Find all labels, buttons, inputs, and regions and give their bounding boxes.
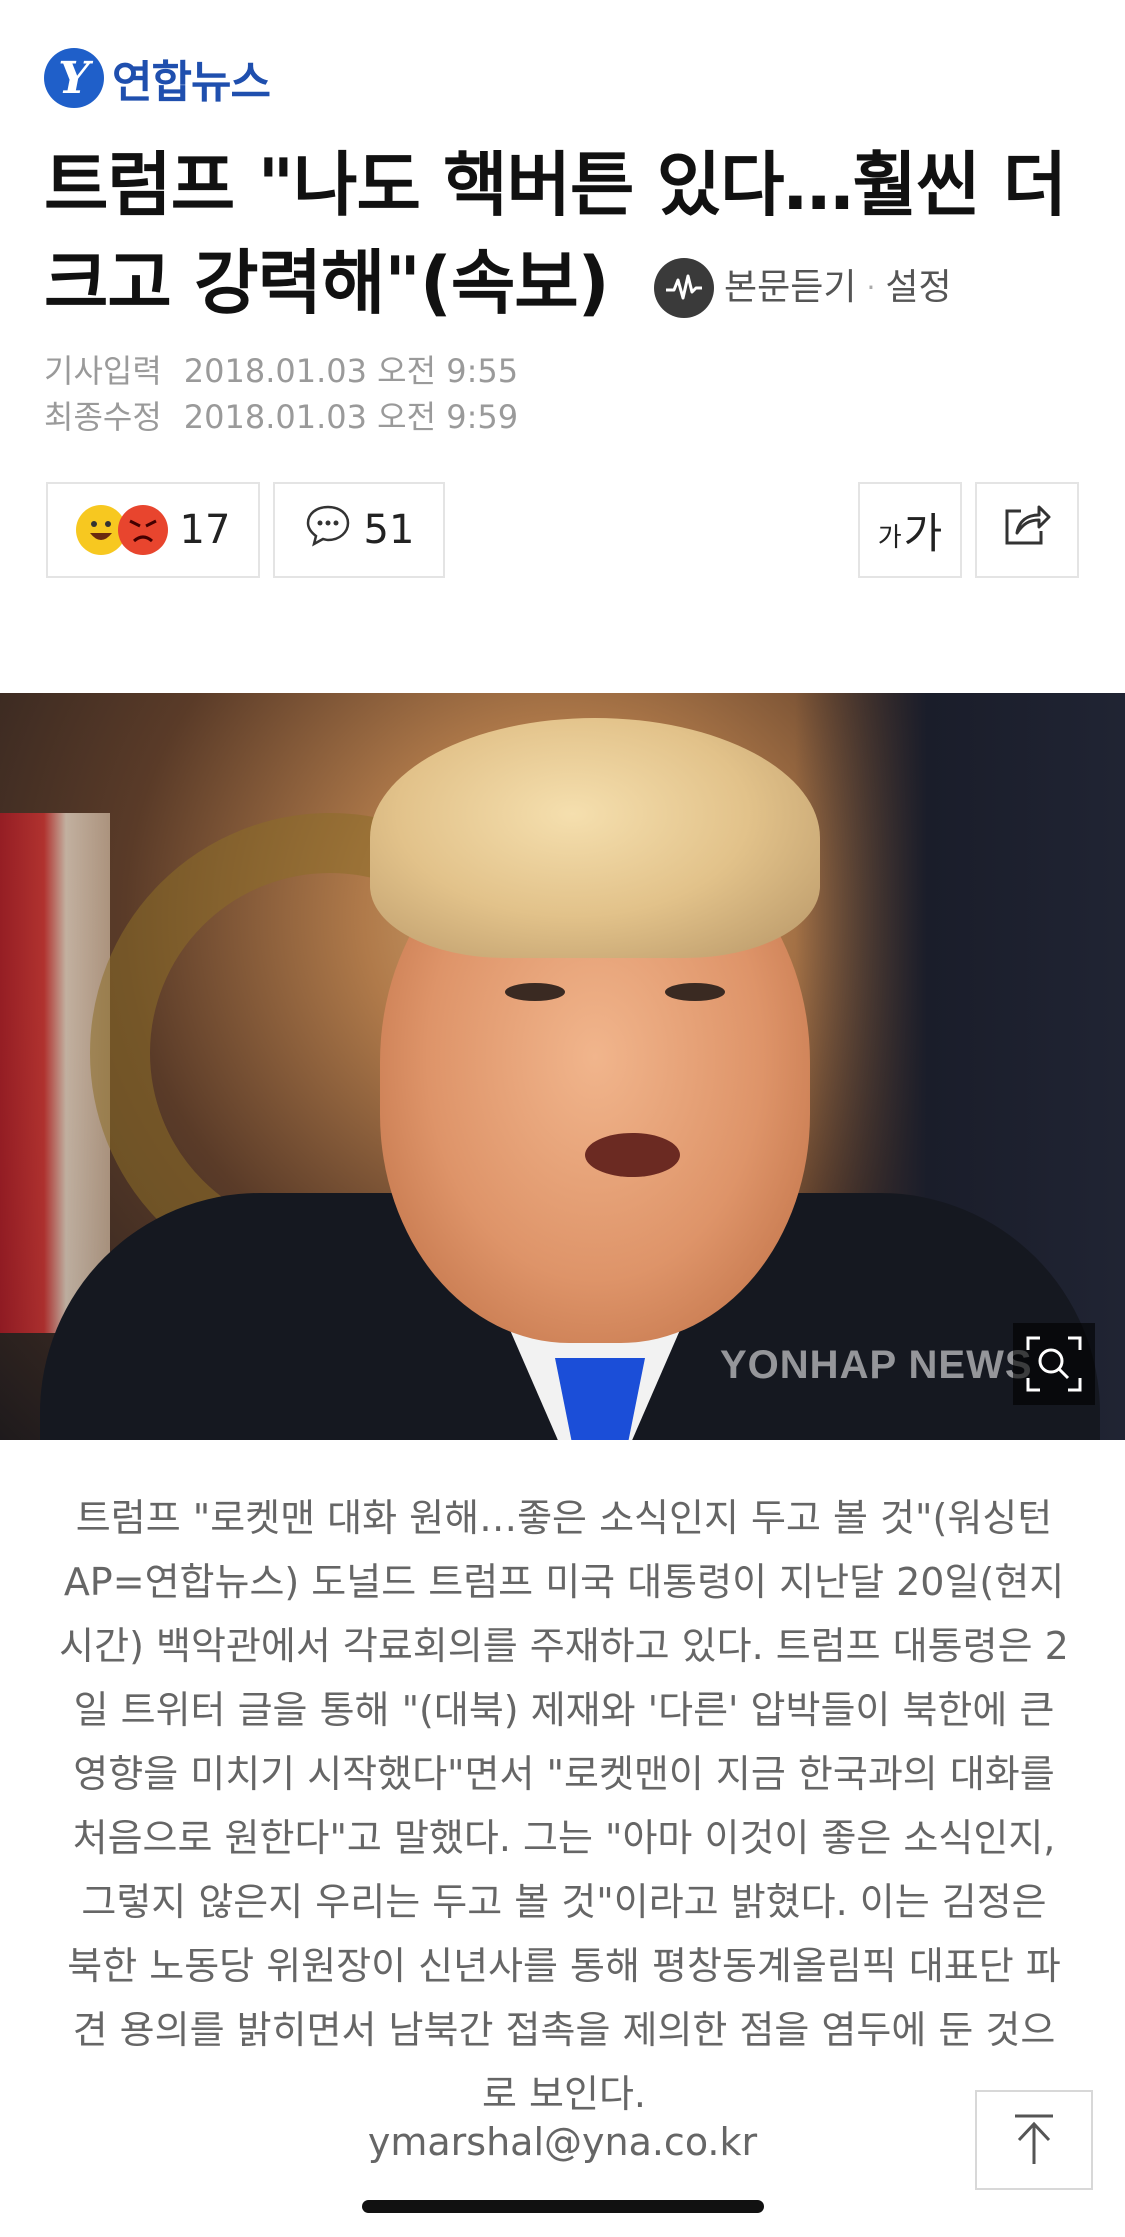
- yonhap-logo-icon: Y: [44, 48, 104, 108]
- article-photo[interactable]: YONHAP NEWS: [0, 693, 1125, 1440]
- settings-button[interactable]: 설정: [885, 239, 951, 337]
- share-icon: [1001, 501, 1053, 559]
- photo-eye-left: [505, 983, 565, 1001]
- reaction-button[interactable]: 17: [46, 482, 260, 578]
- font-size-button[interactable]: 가 가: [858, 482, 962, 578]
- photo-eye-right: [665, 983, 725, 1001]
- article-title-block: 트럼프 "나도 핵버튼 있다…훨씬 더 크고 강력해"(속보) 본문듣기 · 설…: [44, 136, 1084, 337]
- published-value: 2018.01.03 오전 9:55: [183, 352, 519, 390]
- font-size-large-glyph: 가: [903, 508, 943, 558]
- photo-mouth-shape: [585, 1133, 680, 1177]
- modified-value: 2018.01.03 오전 9:59: [183, 398, 519, 436]
- arrow-up-icon: [1015, 2114, 1053, 2164]
- zoom-search-icon: [1026, 1336, 1082, 1392]
- photo-caption: 트럼프 "로켓맨 대화 원해…좋은 소식인지 두고 볼 것"(워싱턴 AP=연합…: [59, 1496, 1069, 2116]
- comment-count: 51: [363, 507, 415, 553]
- reaction-count: 17: [179, 507, 231, 553]
- reporter-email[interactable]: ymarshal@yna.co.kr: [0, 2120, 1125, 2164]
- listen-controls: 본문듣기 · 설정: [654, 239, 952, 337]
- photo-hair-shape: [370, 718, 820, 958]
- published-label: 기사입력: [44, 352, 162, 390]
- separator-dot: ·: [866, 270, 876, 304]
- angry-emoji-icon: [117, 505, 168, 555]
- brand-name: 연합뉴스: [112, 57, 271, 108]
- brand-logo[interactable]: Y 연합뉴스: [44, 46, 271, 110]
- modified-date: 최종수정 2018.01.03 오전 9:59: [44, 392, 518, 438]
- comment-button[interactable]: 51: [273, 482, 445, 578]
- comment-icon: [304, 503, 352, 557]
- font-size-small-glyph: 가: [877, 522, 902, 553]
- published-date: 기사입력 2018.01.03 오전 9:55: [44, 346, 518, 392]
- share-button[interactable]: [975, 482, 1079, 578]
- photo-watermark: YONHAP NEWS: [720, 1343, 1033, 1387]
- home-indicator[interactable]: [362, 2200, 764, 2213]
- scroll-top-button[interactable]: [975, 2090, 1093, 2190]
- modified-label: 최종수정: [44, 398, 162, 436]
- audio-listen-icon[interactable]: [654, 257, 714, 318]
- zoom-button[interactable]: [1013, 1323, 1095, 1405]
- listen-button[interactable]: 본문듣기: [724, 239, 856, 337]
